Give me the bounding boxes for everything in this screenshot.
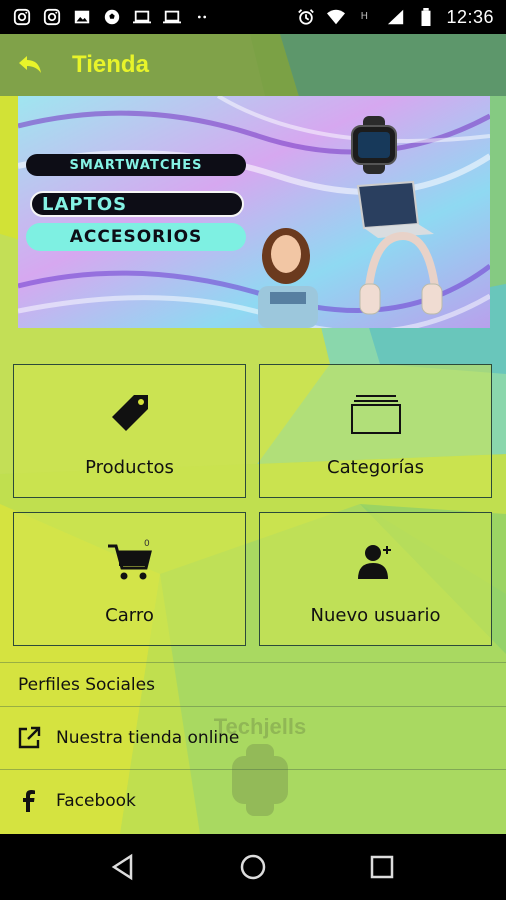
tile-label: Carro xyxy=(105,605,154,626)
back-button[interactable] xyxy=(0,34,60,96)
nav-recents-icon[interactable] xyxy=(367,852,397,882)
instagram-icon xyxy=(13,8,31,26)
social-section-title: Perfiles Sociales xyxy=(0,662,506,706)
signal-h-icon: H xyxy=(361,11,368,22)
status-left-icons xyxy=(12,8,212,26)
facebook-icon xyxy=(23,790,35,812)
status-bar: H 12:36 xyxy=(0,0,506,34)
tile-label: Categorías xyxy=(327,457,424,478)
link-facebook[interactable]: Facebook xyxy=(0,769,506,832)
tile-label: Nuevo usuario xyxy=(310,605,441,626)
svg-text:H: H xyxy=(361,11,368,22)
banner-label-laptos: LAPTOS xyxy=(30,191,244,217)
svg-text:0: 0 xyxy=(144,539,150,549)
status-right-icons: H 12:36 xyxy=(296,7,494,28)
tile-categorias[interactable]: Categorías xyxy=(259,364,492,498)
battery-icon xyxy=(421,8,431,26)
laptop-icon xyxy=(133,10,151,24)
link-label: Facebook xyxy=(56,791,136,811)
back-arrow-icon xyxy=(19,56,41,73)
tile-carro[interactable]: 0 Carro xyxy=(13,512,246,646)
link-tienda-online[interactable]: Nuestra tienda online xyxy=(0,706,506,769)
tile-productos[interactable]: Productos xyxy=(13,364,246,498)
banner-label-smartwatches: SMARTWATCHES xyxy=(26,154,246,176)
external-link-icon xyxy=(18,726,41,749)
page-title: Tienda xyxy=(72,51,149,78)
promo-banner[interactable]: SMARTWATCHES LAPTOS ACCESORIOS xyxy=(18,96,490,328)
add-user-icon xyxy=(357,545,391,579)
alarm-icon xyxy=(298,9,315,25)
app-screen: Tienda SMARTWATCHES LAPTOS ACCESORIOS Pr… xyxy=(0,34,506,834)
tag-icon xyxy=(111,395,148,431)
soccer-ball-icon xyxy=(104,9,120,25)
social-list: Nuestra tienda online Facebook xyxy=(0,706,506,832)
tile-label: Productos xyxy=(85,457,174,478)
more-icon xyxy=(197,15,207,19)
nav-home-icon[interactable] xyxy=(238,852,268,882)
folders-icon xyxy=(350,395,401,434)
app-bar: Tienda xyxy=(0,34,506,96)
tile-nuevo-usuario[interactable]: Nuevo usuario xyxy=(259,512,492,646)
nav-back-icon[interactable] xyxy=(109,852,139,882)
banner-label-accesorios: ACCESORIOS xyxy=(26,223,246,251)
wifi-icon xyxy=(327,9,346,25)
cart-icon: 0 xyxy=(107,539,152,580)
instagram-icon xyxy=(43,8,61,26)
signal-icon xyxy=(388,9,404,25)
link-label: Nuestra tienda online xyxy=(56,728,240,748)
system-nav-bar xyxy=(0,834,506,900)
status-time: 12:36 xyxy=(446,6,494,27)
image-icon xyxy=(74,10,90,24)
laptop-icon xyxy=(163,10,181,24)
